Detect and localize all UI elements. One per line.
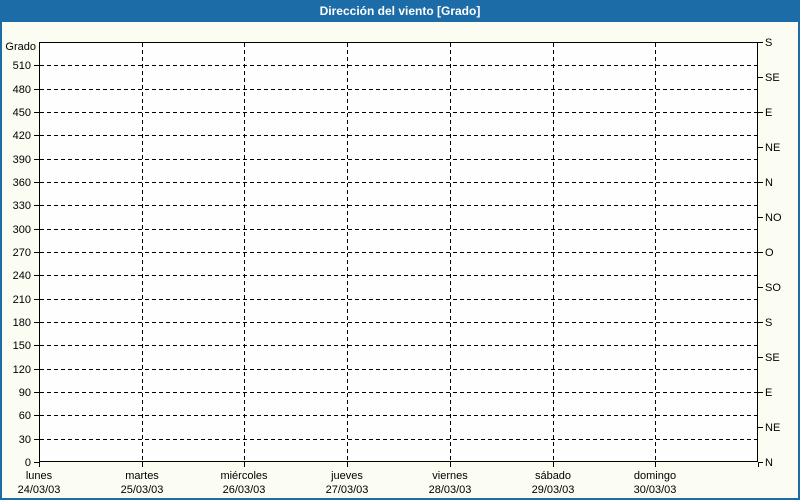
svg-text:390: 390: [13, 154, 31, 166]
svg-text:25/03/03: 25/03/03: [121, 484, 164, 496]
svg-text:420: 420: [13, 130, 31, 142]
svg-text:NE: NE: [765, 422, 780, 434]
svg-text:26/03/03: 26/03/03: [223, 484, 266, 496]
svg-text:SE: SE: [765, 352, 780, 364]
wind-direction-chart: Grado 0 30 60 90 120 150 180 210 240 270 300 330 360 3…: [0, 0, 800, 500]
svg-text:jueves: jueves: [330, 470, 363, 482]
svg-text:30: 30: [19, 434, 31, 446]
svg-text:29/03/03: 29/03/03: [532, 484, 575, 496]
svg-text:NO: NO: [765, 212, 782, 224]
svg-text:lunes: lunes: [26, 470, 53, 482]
svg-text:24/03/03: 24/03/03: [18, 484, 61, 496]
svg-text:E: E: [765, 107, 772, 119]
svg-text:NE: NE: [765, 142, 780, 154]
svg-text:510: 510: [13, 60, 31, 72]
svg-text:180: 180: [13, 317, 31, 329]
svg-text:viernes: viernes: [432, 470, 468, 482]
svg-text:SO: SO: [765, 282, 781, 294]
svg-text:S: S: [765, 317, 772, 329]
svg-text:0: 0: [25, 457, 31, 469]
svg-text:120: 120: [13, 364, 31, 376]
svg-text:S: S: [765, 37, 772, 49]
svg-text:210: 210: [13, 294, 31, 306]
y-axis-unit-label: Grado: [5, 41, 36, 53]
svg-text:E: E: [765, 387, 772, 399]
svg-text:480: 480: [13, 84, 31, 96]
svg-text:28/03/03: 28/03/03: [429, 484, 472, 496]
wind-direction-chart-window: Dirección del viento [Grado] Grado030609…: [0, 0, 800, 500]
svg-text:360: 360: [13, 177, 31, 189]
svg-text:450: 450: [13, 107, 31, 119]
svg-text:miércoles: miércoles: [220, 470, 268, 482]
svg-text:60: 60: [19, 410, 31, 422]
svg-text:330: 330: [13, 200, 31, 212]
svg-text:150: 150: [13, 340, 31, 352]
x-axis-labels: lunes 24/03/03 martes 25/03/03 miércoles 26/0…: [18, 470, 677, 496]
svg-text:O: O: [765, 247, 774, 259]
y-axis-left-labels: 0 30 60 90 120 150 180 210 240 270 300 330 360 390 420…: [13, 60, 31, 469]
svg-text:300: 300: [13, 224, 31, 236]
svg-text:30/03/03: 30/03/03: [634, 484, 677, 496]
svg-text:domingo: domingo: [634, 470, 676, 482]
svg-text:N: N: [765, 457, 773, 469]
svg-text:martes: martes: [125, 470, 159, 482]
y-axis-right-labels: S SE E NE N NO O SO S SE E NE N: [765, 37, 782, 469]
svg-text:90: 90: [19, 387, 31, 399]
svg-text:Grado: Grado: [5, 41, 36, 53]
svg-text:240: 240: [13, 270, 31, 282]
svg-text:N: N: [765, 177, 773, 189]
svg-text:27/03/03: 27/03/03: [326, 484, 369, 496]
svg-text:270: 270: [13, 247, 31, 259]
svg-text:SE: SE: [765, 72, 780, 84]
svg-text:sábado: sábado: [535, 470, 571, 482]
